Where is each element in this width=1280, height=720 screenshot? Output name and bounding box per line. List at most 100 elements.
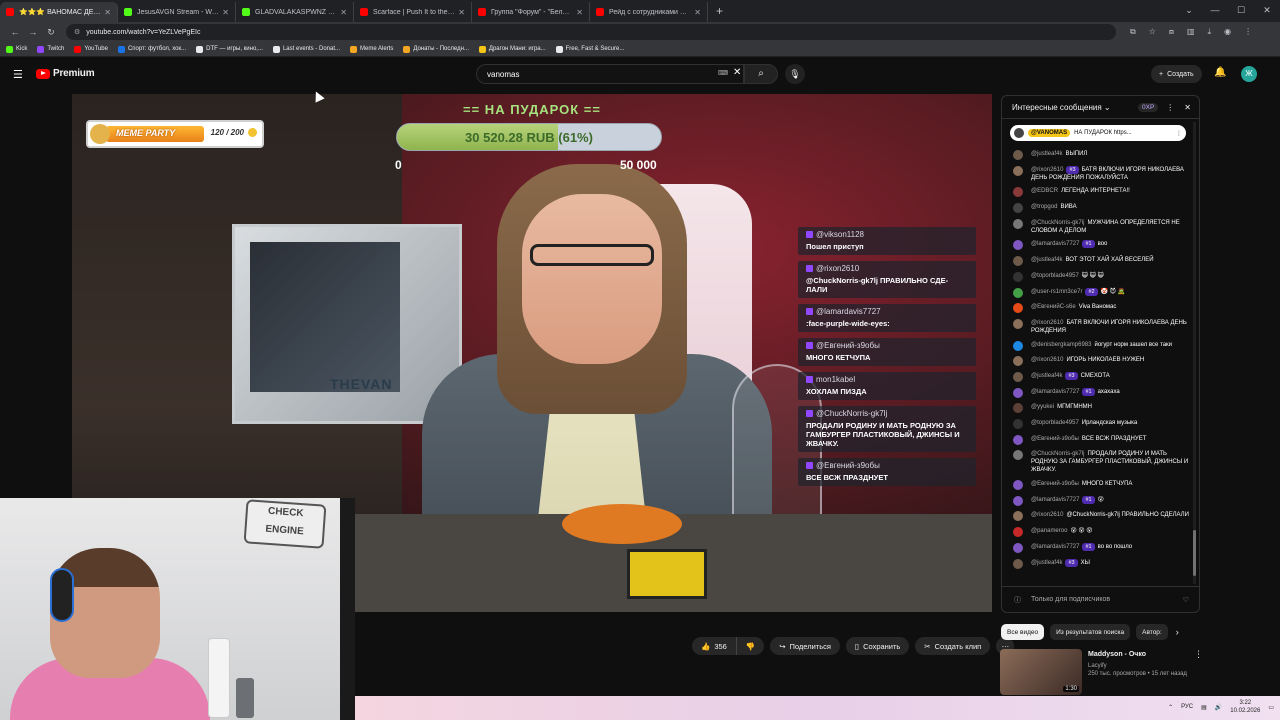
chat-author[interactable]: @rixon2610 (1031, 357, 1063, 363)
chat-message[interactable]: @Евгений-з9обы ВСЕ ВСЖ ПРАЗДНУЕТ (1013, 434, 1195, 445)
tab-close-icon[interactable]: ✕ (576, 8, 583, 17)
chat-avatar[interactable] (1013, 187, 1023, 198)
filter-chip[interactable]: Автор: (1136, 624, 1168, 640)
chat-avatar[interactable] (1013, 165, 1023, 176)
browser-tab[interactable]: Рейд с сотрудниками ППСП У✕ (590, 2, 708, 22)
browser-tab[interactable]: GLADVALAKASPWNZ Stream -✕ (236, 2, 354, 22)
chat-avatar[interactable] (1013, 527, 1023, 538)
chat-author[interactable]: @justleaf4k (1031, 373, 1062, 379)
chat-message[interactable]: @ЕвгенийС-s6e Viva Ваномас (1013, 303, 1195, 314)
chat-avatar[interactable] (1013, 480, 1023, 491)
chat-message[interactable]: @rixon2610 ИГОРЬ НИКОЛАЕВ НУЖЕН (1013, 356, 1195, 367)
chat-author[interactable]: @denisbergkamp6983 (1031, 342, 1091, 348)
chat-avatar[interactable] (1013, 356, 1023, 367)
volume-icon[interactable]: 🔊 (1215, 704, 1222, 711)
chat-message[interactable]: @justleaf4k ВЫПИЛ (1013, 150, 1195, 160)
chat-menu-icon[interactable]: ⋮ (1166, 103, 1174, 112)
chat-message[interactable]: @denisbergkamp6983 йогурт норм зашел все … (1013, 340, 1195, 351)
create-button[interactable]: + Создать (1151, 65, 1202, 83)
chat-avatar[interactable] (1013, 419, 1023, 429)
profile-icon[interactable]: ◉ (1224, 27, 1231, 37)
site-info-icon[interactable]: ⚙ (74, 28, 80, 36)
chat-author[interactable]: @EDBCR (1031, 188, 1058, 194)
chat-message[interactable]: @justleaf4k ВОТ ЭТОТ ХАЙ ХАЙ ВЕСЕЛЕЙ (1013, 256, 1195, 267)
chat-author[interactable]: @justleaf4k (1031, 151, 1062, 157)
chat-author[interactable]: @toporblade4957 (1031, 420, 1079, 426)
bookmark-item[interactable]: Донаты - Последн... (403, 45, 469, 53)
filter-chip[interactable]: Все видео (1001, 624, 1045, 640)
chat-avatar[interactable] (1013, 371, 1023, 382)
chat-message[interactable]: @justleaf4k #3 ХЫ (1013, 558, 1195, 569)
chat-message[interactable]: @ChuckNorris-gk7lj ПРОДАЛИ РОДИНУ И МАТЬ … (1013, 450, 1195, 474)
chat-author[interactable]: @panameroo (1031, 528, 1067, 534)
voice-search-button[interactable]: 🎙 (785, 64, 805, 84)
pinned-message[interactable]: @VANOMAS НА ПУДАРОК https... ⋮ (1010, 125, 1186, 141)
chat-author[interactable]: @yyukei (1031, 404, 1054, 410)
tab-close-icon[interactable]: ✕ (694, 8, 701, 17)
minimize-button[interactable]: — (1202, 0, 1228, 22)
filter-chip[interactable]: Из результатов поиска (1050, 624, 1131, 640)
downloads-icon[interactable]: ⤓ (1208, 27, 1212, 37)
close-chat-icon[interactable]: ✕ (1184, 103, 1191, 112)
chat-message[interactable]: @lamardavis7727 #1 😵 (1013, 495, 1195, 506)
chat-author[interactable]: @rixon2610 (1031, 512, 1063, 518)
chat-author[interactable]: @rixon2610 (1031, 320, 1063, 326)
chips-next-icon[interactable]: › (1176, 627, 1179, 637)
close-window-button[interactable]: ✕ (1254, 0, 1280, 22)
chat-avatar[interactable] (1013, 240, 1023, 251)
related-video-menu-icon[interactable]: ⋮ (1194, 649, 1203, 660)
chat-message[interactable]: @rixon2610 #3 БАТЯ ВКЛЮЧИ ИГОРЯ НИКОЛАЕВА … (1013, 165, 1195, 182)
chat-message[interactable]: @ChuckNorris-gk7lj МУЖЧИНА ОПРЕДЕЛЯЕТСЯ Н… (1013, 218, 1195, 235)
chat-message[interactable]: @yyukei МГМГМНМН (1013, 403, 1195, 414)
heart-reaction-icon[interactable]: ♡ (1183, 596, 1189, 604)
chat-avatar[interactable] (1013, 150, 1023, 160)
chat-avatar[interactable] (1013, 203, 1023, 214)
chat-message[interactable]: @toporblade4957 😺 😺 😺 (1013, 271, 1195, 282)
tray-chevron-icon[interactable]: ⌃ (1168, 704, 1173, 711)
chat-avatar[interactable] (1013, 387, 1023, 398)
bookmark-item[interactable]: Last events - Donat... (272, 45, 340, 53)
like-button[interactable]: 👍 356 (692, 637, 736, 655)
chat-avatar[interactable] (1013, 495, 1023, 506)
chat-author[interactable]: @justleaf4k (1031, 257, 1062, 263)
chat-author[interactable]: @lamardavis7727 (1031, 544, 1079, 550)
clear-search-icon[interactable]: ✕ (733, 67, 741, 78)
chat-author[interactable]: @Евгений-з9обы (1031, 481, 1079, 487)
browser-menu-icon[interactable]: ⋮ (1244, 27, 1252, 37)
bookmark-item[interactable]: Twitch (37, 45, 64, 53)
chat-message[interactable]: @user-rs1mn3ce7r #2 🤡 😈 🧟 (1013, 287, 1195, 298)
notifications-icon[interactable]: ▭ (1268, 704, 1274, 711)
browser-tab[interactable]: Scarface | Push It to the Limit ✕ (354, 2, 472, 22)
tab-close-icon[interactable]: ✕ (104, 8, 111, 17)
install-icon[interactable]: ⧉ (1130, 27, 1136, 37)
chat-message[interactable]: @rixon2610 БАТЯ ВКЛЮЧИ ИГОРЯ НИКОЛАЕВА ДЕ… (1013, 318, 1195, 335)
chat-message[interactable]: @lamardavis7727 #1 ахахаха (1013, 387, 1195, 398)
network-icon[interactable]: ▤ (1201, 704, 1207, 711)
url-field[interactable]: ⚙ youtube.com/watch?v=YeZLVePgEIc (66, 24, 1116, 40)
chat-message[interactable]: @Евгений-з9обы МНОГО КЕТЧУПА (1013, 480, 1195, 491)
bookmark-item[interactable]: Драгон Мани: игра... (478, 45, 546, 53)
hamburger-menu-icon[interactable]: ☰ (13, 68, 23, 81)
chat-avatar[interactable] (1013, 450, 1023, 461)
chat-author[interactable]: @user-rs1mn3ce7r (1031, 289, 1082, 295)
share-button[interactable]: ↪ Поделиться (770, 637, 840, 655)
chat-avatar[interactable] (1013, 271, 1023, 282)
account-avatar[interactable]: Ж (1241, 66, 1257, 82)
chat-avatar[interactable] (1013, 340, 1023, 351)
chat-avatar[interactable] (1013, 434, 1023, 445)
chat-message[interactable]: @rixon2610 @ChuckNorris-gk7lj ПРАВИЛЬНО С… (1013, 511, 1195, 522)
bookmark-item[interactable]: YouTube (74, 45, 108, 53)
keyboard-icon[interactable]: ⌨ (718, 69, 728, 77)
chat-author[interactable]: @Евгений-з9обы (1031, 436, 1079, 442)
pinned-menu-icon[interactable]: ⋮ (1176, 130, 1182, 137)
tab-close-icon[interactable]: ✕ (340, 8, 347, 17)
bookmark-star-icon[interactable]: ☆ (1149, 27, 1156, 37)
chat-avatar[interactable] (1013, 256, 1023, 267)
tab-close-icon[interactable]: ✕ (458, 8, 465, 17)
chat-message[interactable]: @EDBCR ЛЕГЕНДА ИНТЕРНЕТА!! (1013, 187, 1195, 198)
language-indicator[interactable]: РУС (1181, 704, 1193, 710)
chat-message[interactable]: @lamardavis7727 #1 во во пошло (1013, 542, 1195, 553)
xp-badge[interactable]: 0XP (1138, 102, 1159, 112)
chat-avatar[interactable] (1013, 287, 1023, 298)
new-tab-button[interactable]: + (716, 4, 723, 18)
